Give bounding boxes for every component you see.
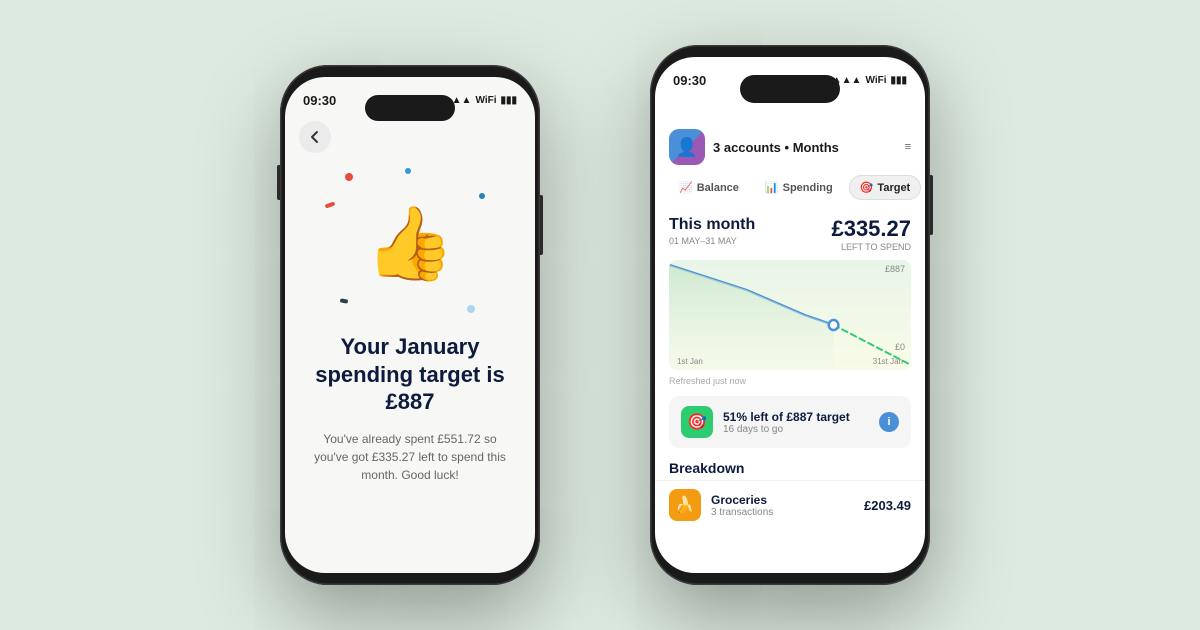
thumbs-up-icon: 👍: [365, 201, 455, 286]
grocery-icon: 🍌: [669, 489, 701, 521]
this-month-row: This month 01 MAY–31 MAY £335.27 LEFT TO…: [655, 208, 925, 256]
target-row-title: 51% left of £887 target: [723, 410, 869, 424]
battery-icon: ▮▮▮: [500, 95, 517, 106]
month-info: This month 01 MAY–31 MAY: [669, 216, 755, 246]
illustration-area: 👍: [285, 153, 535, 333]
app-icon: 👤: [669, 129, 705, 165]
chart-x-left: 1st Jan: [677, 357, 703, 366]
confetti-red: [345, 173, 353, 181]
chart-x-right: 31st Jan: [873, 357, 903, 366]
target-row-text: 51% left of £887 target 16 days to go: [723, 410, 869, 435]
target-row-days: 16 days to go: [723, 424, 869, 435]
back-button[interactable]: [299, 121, 331, 153]
target-row-icon: 🎯: [681, 406, 713, 438]
target-heading: Your January spending target is £887: [305, 333, 515, 416]
spending-icon: 📊: [765, 181, 779, 194]
amount-label: LEFT TO SPEND: [831, 242, 911, 252]
target-tab-icon: 🎯: [860, 181, 874, 194]
confetti-lightblue: [467, 305, 475, 313]
chart-y-bottom: £0: [895, 342, 905, 352]
right-battery-icon: ▮▮▮: [890, 75, 907, 86]
balance-icon: 📈: [679, 181, 693, 194]
right-notch: [740, 75, 840, 103]
tab-spending[interactable]: 📊 Spending: [755, 175, 843, 200]
grocery-amount: £203.49: [864, 498, 911, 513]
info-button[interactable]: i: [879, 412, 899, 432]
chart-y-top: £887: [885, 264, 905, 274]
confetti-blue1: [405, 168, 411, 174]
amount-value: £335.27: [831, 216, 911, 242]
grocery-row[interactable]: 🍌 Groceries 3 transactions £203.49: [655, 480, 925, 529]
left-phone-screen: 09:30 ▲▲▲ WiFi ▮▮▮: [285, 77, 535, 573]
month-date-range: 01 MAY–31 MAY: [669, 236, 755, 246]
chart-svg: [669, 260, 911, 370]
left-phone-content: Your January spending target is £887 You…: [285, 333, 535, 484]
month-label: This month: [669, 216, 755, 234]
grocery-count: 3 transactions: [711, 507, 854, 518]
grocery-name: Groceries: [711, 493, 854, 507]
filter-button[interactable]: ≡: [905, 141, 911, 153]
refreshed-label: Refreshed just now: [655, 374, 925, 392]
left-phone: 09:30 ▲▲▲ WiFi ▮▮▮: [280, 65, 540, 585]
confetti-blue2: [479, 193, 485, 199]
tab-target[interactable]: 🎯 Target: [849, 175, 922, 200]
tabs-row: 📈 Balance 📊 Spending 🎯 Target: [655, 171, 925, 208]
right-header: 👤 3 accounts • Months ≡: [655, 93, 925, 171]
confetti-dark: [340, 298, 349, 303]
confetti-red2: [325, 201, 336, 208]
breakdown-label: Breakdown: [655, 452, 925, 480]
right-wifi-icon: WiFi: [865, 75, 886, 86]
chart-x-labels: 1st Jan 31st Jan: [669, 357, 911, 366]
target-info-row[interactable]: 🎯 51% left of £887 target 16 days to go …: [669, 396, 911, 448]
target-subtext: You've already spent £551.72 so you've g…: [305, 430, 515, 484]
right-status-icons: ▲▲▲ WiFi ▮▮▮: [832, 75, 907, 86]
wifi-icon: WiFi: [475, 95, 496, 106]
accounts-label: 3 accounts • Months: [713, 140, 839, 155]
left-notch: [365, 95, 455, 121]
left-time: 09:30: [303, 93, 336, 108]
right-phone: 09:30 ▲▲▲ WiFi ▮▮▮ 👤 3 accounts • Months…: [650, 45, 930, 585]
tab-balance[interactable]: 📈 Balance: [669, 175, 749, 200]
amount-info: £335.27 LEFT TO SPEND: [831, 216, 911, 252]
phones-container: 09:30 ▲▲▲ WiFi ▮▮▮: [250, 25, 950, 605]
right-phone-screen: 09:30 ▲▲▲ WiFi ▮▮▮ 👤 3 accounts • Months…: [655, 57, 925, 573]
right-time: 09:30: [673, 73, 706, 88]
grocery-text: Groceries 3 transactions: [711, 493, 854, 518]
chart-area: £887 £0 1st Jan 31st Jan: [669, 260, 911, 370]
